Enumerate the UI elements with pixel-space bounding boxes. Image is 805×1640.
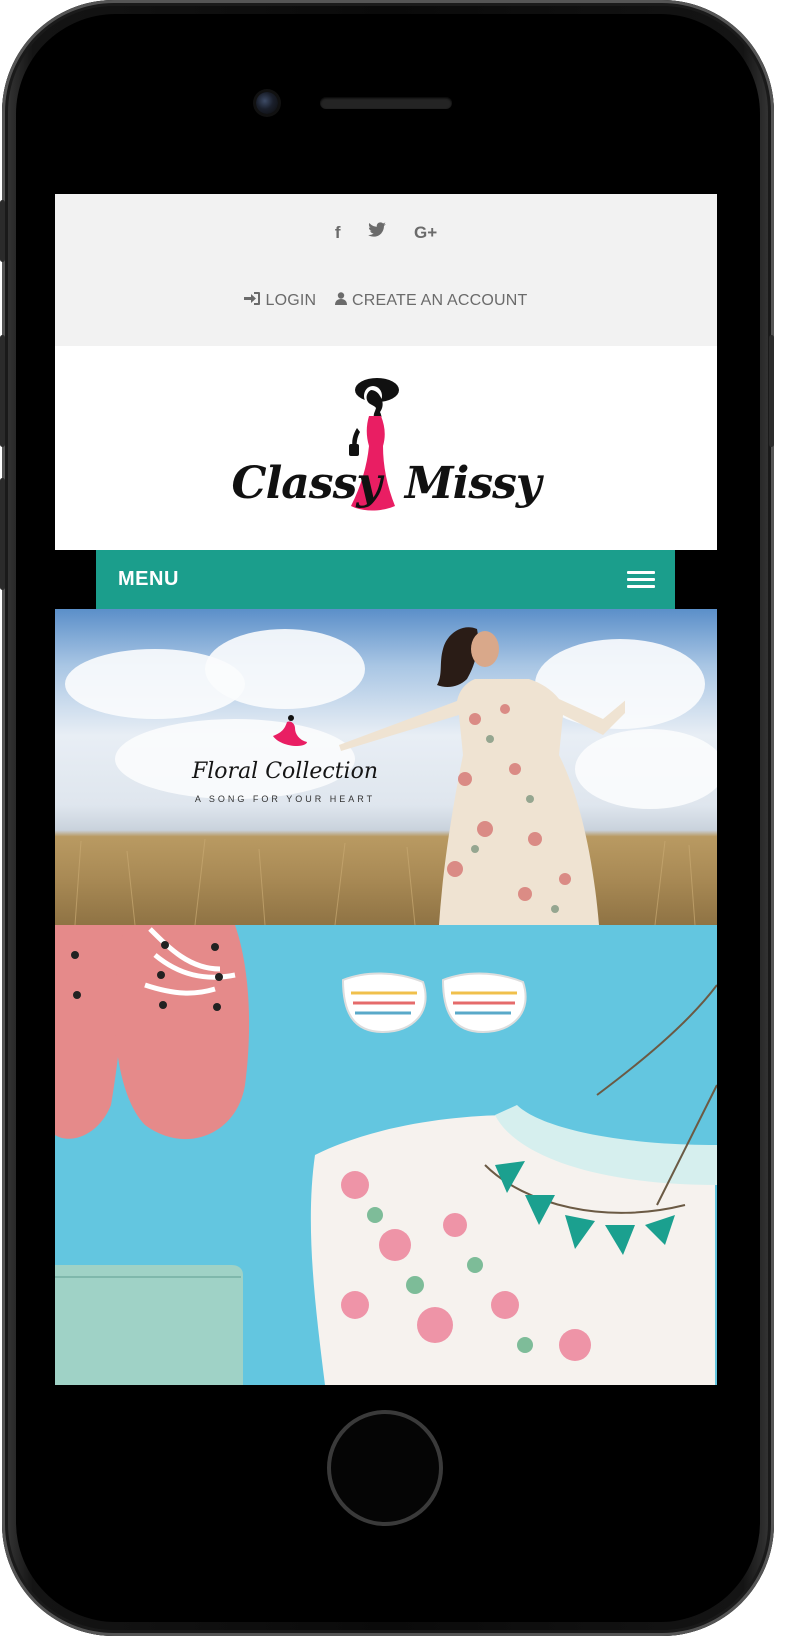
volume-up-button — [0, 335, 5, 447]
create-account-label: CREATE AN ACCOUNT — [351, 292, 528, 309]
create-account-link[interactable]: CREATE AN ACCOUNT — [334, 292, 528, 310]
hero-slide-accessories[interactable] — [55, 925, 717, 1385]
twitter-icon[interactable] — [367, 222, 387, 243]
menu-label: MENU — [118, 568, 179, 590]
sign-in-icon — [244, 292, 261, 308]
menu-toggle-bar[interactable]: MENU — [96, 550, 675, 609]
front-camera — [256, 92, 278, 114]
hero-slide-floral[interactable]: Floral Collection A SONG FOR YOUR HEART — [55, 609, 717, 925]
floral-dress-icon — [273, 715, 307, 746]
facebook-icon[interactable]: f — [335, 223, 341, 243]
user-icon — [334, 292, 347, 308]
login-link[interactable]: LOGIN — [244, 292, 316, 310]
logo-word-right: Missy — [404, 458, 542, 509]
mute-switch — [0, 200, 5, 262]
home-button[interactable] — [327, 1410, 443, 1526]
social-links: f G+ — [55, 222, 717, 243]
volume-down-button — [0, 478, 5, 590]
power-button — [769, 335, 774, 447]
earpiece-speaker — [320, 97, 452, 109]
login-label: LOGIN — [265, 292, 317, 309]
screen: f G+ LOGIN CREATE AN ACCOUNT Classy Miss… — [55, 194, 717, 1385]
model-photo — [339, 627, 625, 925]
top-utility-bar: f G+ LOGIN CREATE AN ACCOUNT — [55, 194, 717, 346]
google-plus-icon[interactable]: G+ — [414, 223, 437, 243]
flatlay-photo — [55, 925, 717, 1385]
logo-wordmark[interactable]: Classy Missy — [55, 458, 717, 509]
logo-word-left: Classy — [231, 458, 382, 509]
auth-links: LOGIN CREATE AN ACCOUNT — [55, 292, 717, 310]
logo-area: Classy Missy — [55, 346, 717, 550]
hamburger-icon[interactable] — [627, 571, 655, 589]
